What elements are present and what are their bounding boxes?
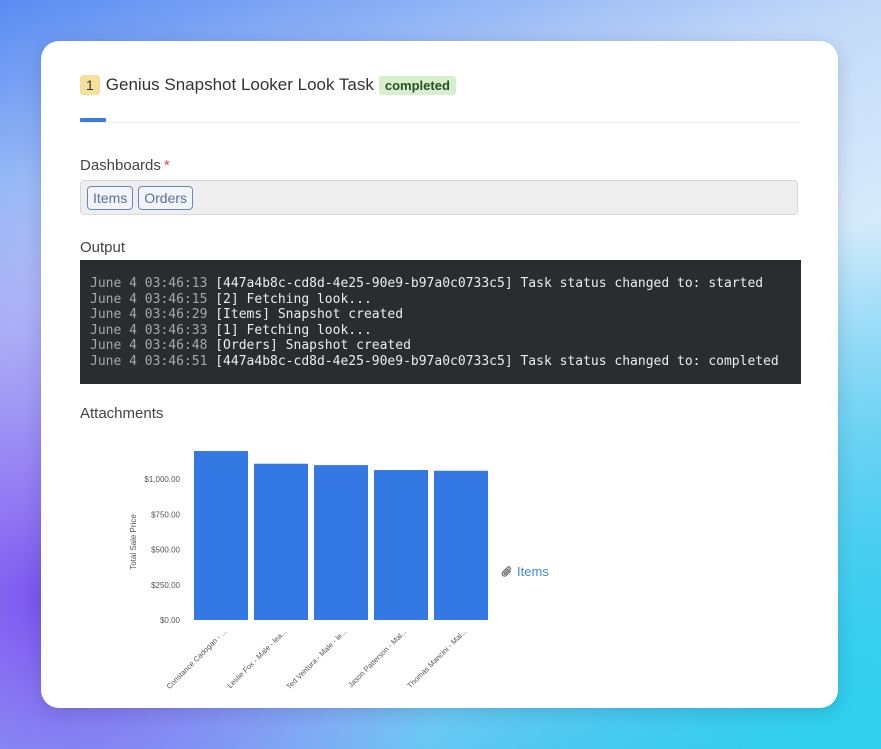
y-tick-label: $1,000.00 <box>144 475 180 484</box>
log-timestamp: June 4 03:46:29 <box>90 307 208 323</box>
log-line: June 4 03:46:33 [1] Fetching look... <box>90 323 791 339</box>
log-line: June 4 03:46:15 [2] Fetching look... <box>90 292 791 308</box>
task-header: 1 Genius Snapshot Looker Look Task compl… <box>80 74 456 96</box>
log-message: [Items] Snapshot created <box>215 307 404 323</box>
task-card: 1 Genius Snapshot Looker Look Task compl… <box>41 41 838 708</box>
dashboard-chip-items[interactable]: Items <box>87 185 134 210</box>
y-axis-label: Total Sale Price <box>129 514 138 570</box>
dashboards-label: Dashboards * <box>80 157 170 174</box>
log-message: [1] Fetching look... <box>215 322 372 338</box>
output-console: June 4 03:46:13 [447a4b8c-cd8d-4e25-90e9… <box>80 260 801 384</box>
tab-bar <box>80 118 800 123</box>
attachments-label: Attachments <box>80 405 164 422</box>
step-number-badge: 1 <box>80 75 100 95</box>
log-timestamp: June 4 03:46:13 <box>90 276 208 291</box>
tab-active-indicator[interactable] <box>80 118 106 122</box>
log-message: [Orders] Snapshot created <box>215 338 411 354</box>
x-tick-label: Thomas Mancini - Mal... <box>405 627 468 690</box>
required-star: * <box>163 157 170 174</box>
log-timestamp: June 4 03:46:15 <box>90 291 208 307</box>
y-tick-label: $250.00 <box>151 581 180 590</box>
dashboards-multiselect[interactable]: Items Orders <box>80 180 798 215</box>
x-tick-label: Jason Patterson - Mal... <box>346 627 408 689</box>
x-tick-label: Constance Cadogan - ... <box>165 627 229 691</box>
bar-chart-svg: Total Sale Price $0.00 $250.00 $500.00 $750.… <box>129 451 488 691</box>
dashboards-label-text: Dashboards <box>80 157 161 174</box>
log-message: [447a4b8c-cd8d-4e25-90e9-b97a0c0733c5] T… <box>215 276 764 291</box>
chart-bar <box>194 451 248 620</box>
log-message: [447a4b8c-cd8d-4e25-90e9-b97a0c0733c5] T… <box>215 353 779 369</box>
log-timestamp: June 4 03:46:48 <box>90 338 208 354</box>
log-line: June 4 03:46:51 [447a4b8c-cd8d-4e25-90e9… <box>90 354 791 370</box>
log-line: June 4 03:46:29 [Items] Snapshot created <box>90 307 791 323</box>
y-tick-label: $0.00 <box>160 616 181 625</box>
x-tick-label: Ted Ventura - Male - le... <box>284 627 348 691</box>
log-timestamp: June 4 03:46:33 <box>90 322 208 338</box>
log-line: June 4 03:46:48 [Orders] Snapshot create… <box>90 338 791 354</box>
paperclip-icon <box>501 565 513 579</box>
output-label: Output <box>80 239 126 256</box>
y-tick-label: $500.00 <box>151 546 180 555</box>
status-badge: completed <box>378 75 456 95</box>
chart-bar <box>374 470 428 620</box>
log-line: June 4 03:46:13 [447a4b8c-cd8d-4e25-90e9… <box>90 276 791 292</box>
attachment-link-items[interactable]: Items <box>501 564 549 579</box>
log-timestamp: June 4 03:46:51 <box>90 353 208 369</box>
log-message: [2] Fetching look... <box>215 291 372 307</box>
y-tick-label: $750.00 <box>151 510 180 519</box>
chart-bar <box>434 470 488 620</box>
chart-bar <box>314 465 368 620</box>
task-title: Genius Snapshot Looker Look Task <box>105 75 374 94</box>
attachment-chart[interactable]: Total Sale Price $0.00 $250.00 $500.00 $750.… <box>81 436 501 706</box>
attachment-link-label: Items <box>517 564 549 579</box>
chart-bar <box>254 463 308 620</box>
x-tick-label: Leslie Fox - Male - lea... <box>225 627 288 690</box>
dashboard-chip-orders[interactable]: Orders <box>138 185 194 210</box>
